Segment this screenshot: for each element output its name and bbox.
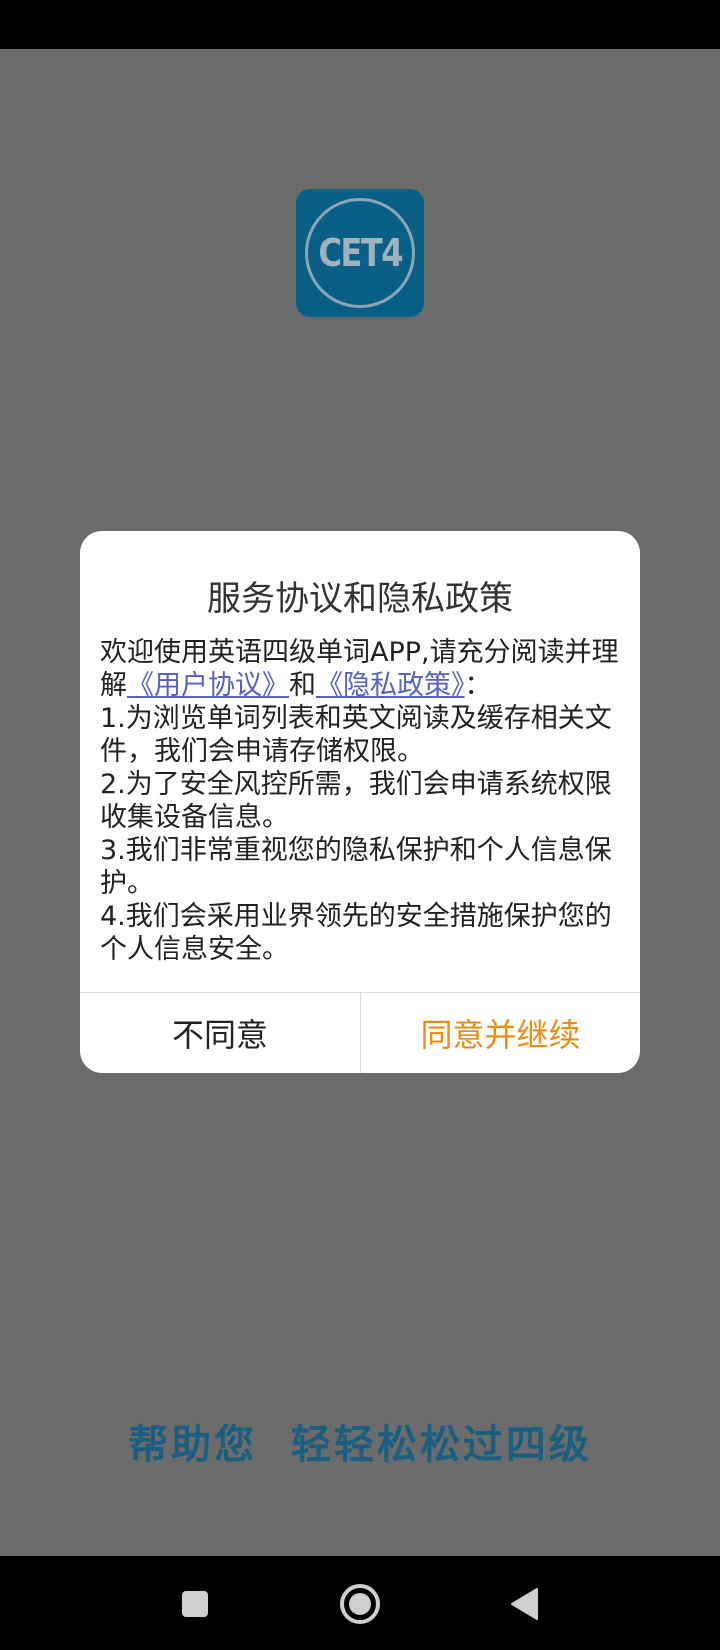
app-logo: CET4 (296, 189, 424, 317)
circle-icon (340, 1584, 380, 1624)
intro-colon: ： (464, 670, 492, 701)
logo-ring: CET4 (305, 198, 415, 308)
logo-text: CET4 (318, 231, 403, 275)
recents-button[interactable] (165, 1574, 225, 1634)
square-icon (182, 1591, 208, 1617)
agree-continue-button[interactable]: 同意并继续 (361, 993, 640, 1073)
dialog-item: 2.为了安全风控所需，我们会申请系统权限收集设备信息。 (100, 769, 612, 833)
privacy-policy-link[interactable]: 《隐私政策》 (316, 670, 465, 701)
disagree-button[interactable]: 不同意 (80, 993, 360, 1073)
status-bar (0, 0, 720, 49)
and-text: 和 (289, 670, 316, 701)
triangle-back-icon (511, 1588, 538, 1620)
app-slogan: 帮助您 轻轻松松过四级 (128, 1422, 592, 1468)
back-button[interactable] (494, 1574, 554, 1634)
dialog-title: 服务协议和隐私政策 (207, 579, 513, 619)
home-button[interactable] (330, 1574, 390, 1634)
privacy-dialog: 服务协议和隐私政策 欢迎使用英语四级单词APP,请充分阅读并理解《用户协议》和《… (80, 531, 640, 1073)
dialog-item: 1.为浏览单词列表和英文阅读及缓存相关文件，我们会申请存储权限。 (100, 703, 612, 767)
dialog-intro: 欢迎使用英语四级单词APP,请充分阅读并理解《用户协议》和《隐私政策》： (100, 636, 625, 702)
dialog-item: 4.我们会采用业界领先的安全措施保护您的个人信息安全。 (100, 901, 612, 965)
dialog-item: 3.我们非常重视您的隐私保护和个人信息保护。 (100, 835, 612, 899)
navigation-bar (0, 1556, 720, 1650)
user-agreement-link[interactable]: 《用户协议》 (127, 670, 289, 701)
dialog-body: 欢迎使用英语四级单词APP,请充分阅读并理解《用户协议》和《隐私政策》： 1.为… (100, 636, 625, 966)
